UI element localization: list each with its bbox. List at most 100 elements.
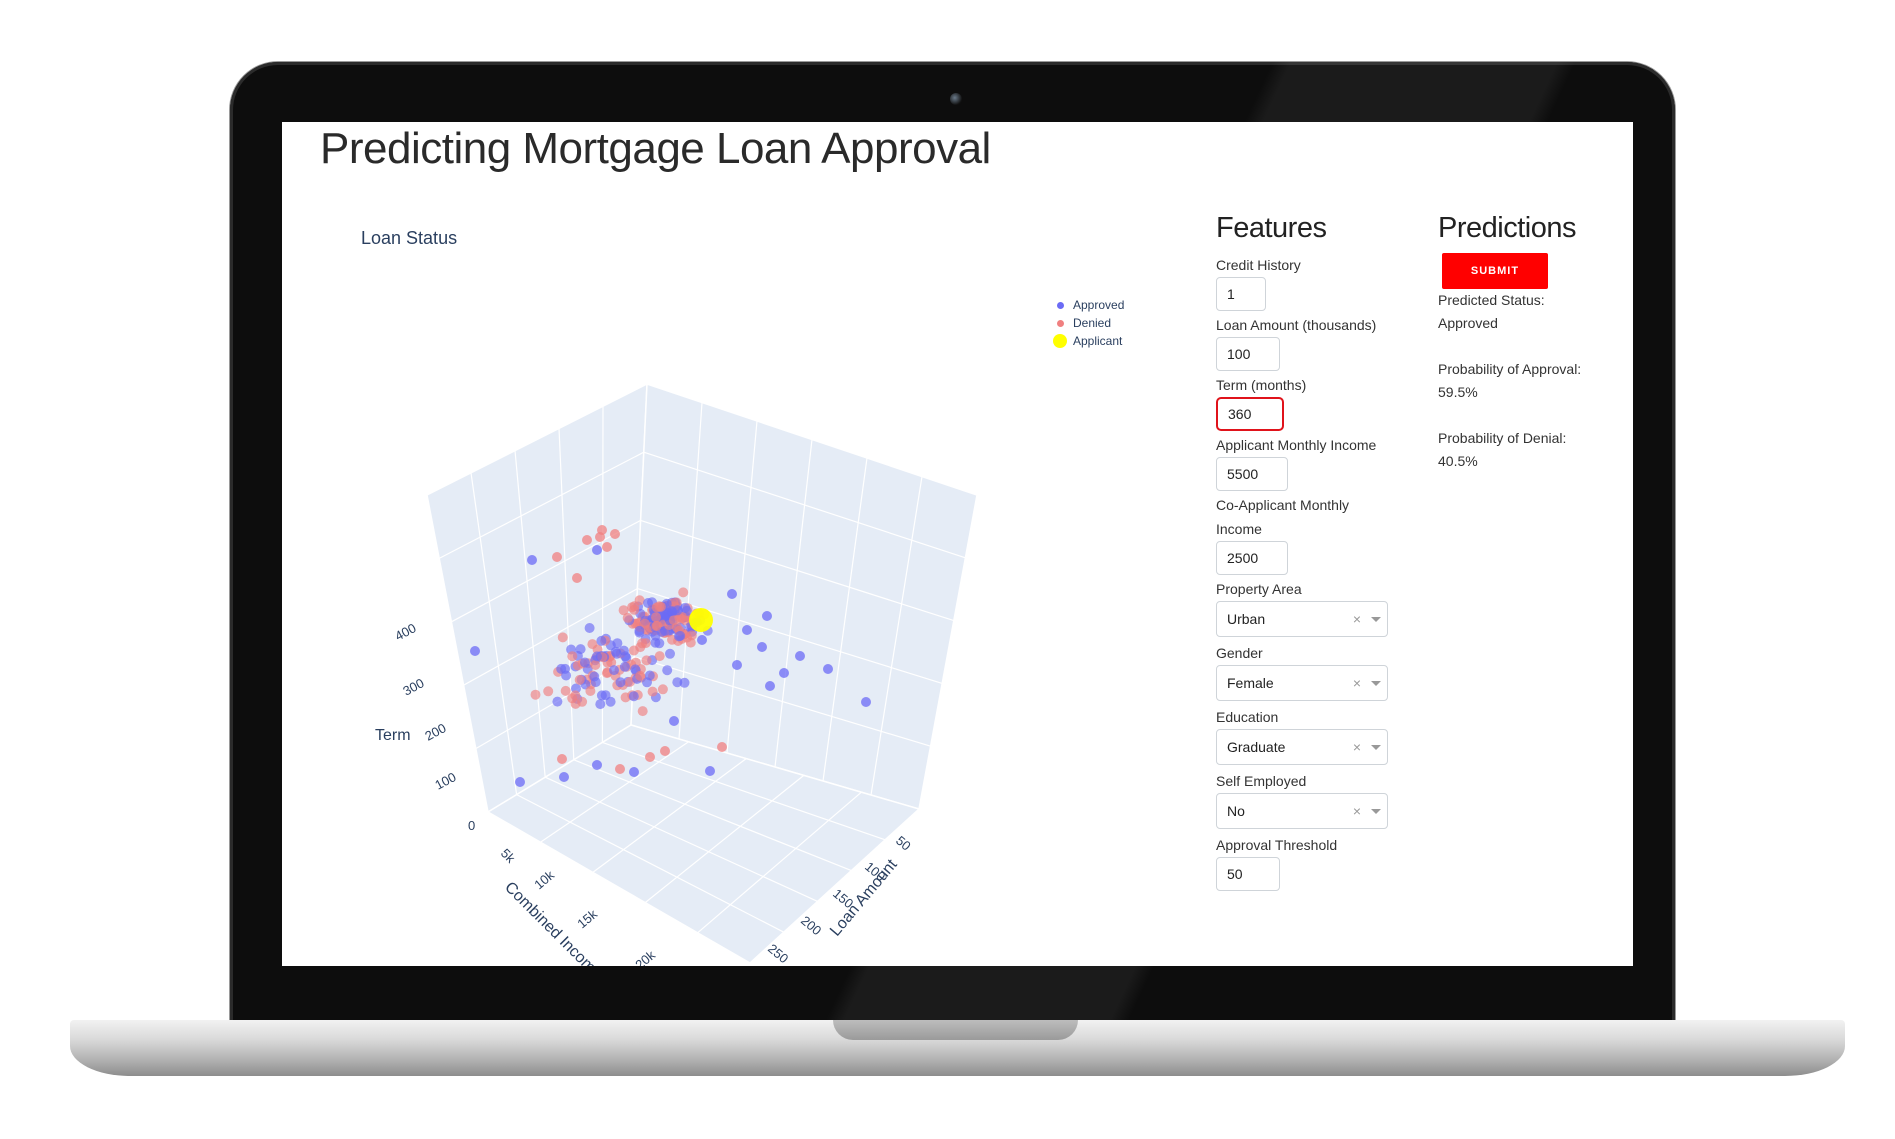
applicant-marker[interactable] [689, 608, 713, 632]
approved-point [662, 665, 673, 676]
submit-button[interactable]: SUBMIT [1442, 253, 1548, 289]
approved-point [650, 637, 661, 648]
approved-point [605, 696, 616, 707]
denied-point [654, 651, 665, 662]
denied-point [587, 639, 598, 650]
denied-point [597, 525, 607, 535]
chevron-down-icon[interactable] [1365, 680, 1387, 686]
self-employed-dropdown[interactable]: No × [1216, 793, 1388, 829]
denial-probability-value: 40.5% [1438, 453, 1478, 469]
gender-label: Gender [1216, 645, 1263, 661]
loan-amount-label: Loan Amount (thousands) [1216, 317, 1377, 333]
approved-point [628, 691, 639, 702]
approval-probability-value: 59.5% [1438, 384, 1478, 400]
app-screen: Predicting Mortgage Loan Approval 400 30… [282, 122, 1633, 966]
denied-point [567, 651, 578, 662]
approved-point [595, 699, 606, 710]
denied-point [641, 655, 652, 666]
denied-point [629, 604, 640, 615]
denied-point [655, 601, 666, 612]
approval-probability-label: Probability of Approval: [1438, 361, 1582, 377]
chevron-down-icon[interactable] [1365, 616, 1387, 622]
approved-point [697, 635, 707, 645]
legend-item-denied[interactable]: Denied [1047, 314, 1124, 332]
z-tick-label: 400 [392, 620, 418, 643]
property-area-label: Property Area [1216, 581, 1302, 597]
approved-point [742, 625, 752, 635]
dropdown-value: Female [1227, 675, 1274, 691]
clear-icon[interactable]: × [1349, 611, 1365, 627]
loan-amount-input[interactable] [1216, 337, 1280, 371]
chevron-down-icon[interactable] [1365, 744, 1387, 750]
denied-point [622, 612, 633, 623]
approved-point [470, 646, 480, 656]
clear-icon[interactable]: × [1349, 803, 1365, 819]
denied-point [552, 552, 562, 562]
approved-point [643, 598, 653, 608]
plot-legend[interactable]: Approved Denied Applicant [1047, 296, 1124, 350]
education-dropdown[interactable]: Graduate × [1216, 729, 1388, 765]
denied-point [572, 573, 582, 583]
approved-point [629, 767, 639, 777]
x-tick-label: 15k [574, 906, 600, 931]
denied-point [582, 535, 592, 545]
denied-point [717, 742, 727, 752]
features-panel: Features Credit History Loan Amount (tho… [1216, 212, 1406, 893]
denied-point [610, 529, 620, 539]
z-tick-label: 200 [422, 720, 448, 743]
denied-point [574, 674, 585, 685]
approved-point [779, 668, 789, 678]
denial-probability-label: Probability of Denial: [1438, 430, 1567, 446]
approved-point [592, 760, 602, 770]
approved-point [762, 611, 772, 621]
plot-title: Loan Status [361, 228, 458, 248]
approved-point [732, 660, 742, 670]
dropdown-value: No [1227, 803, 1245, 819]
applicant-income-input[interactable] [1216, 457, 1288, 491]
denied-point [651, 620, 662, 631]
property-area-dropdown[interactable]: Urban × [1216, 601, 1388, 637]
credit-history-input[interactable] [1216, 277, 1266, 311]
approved-point [579, 657, 590, 668]
predicted-status: Predicted Status: Approved [1438, 289, 1618, 335]
chevron-down-icon[interactable] [1365, 808, 1387, 814]
legend-item-applicant[interactable]: Applicant [1047, 332, 1124, 350]
credit-history-label: Credit History [1216, 257, 1301, 273]
denied-point [637, 706, 648, 717]
approval-threshold-input[interactable] [1216, 857, 1280, 891]
gender-dropdown[interactable]: Female × [1216, 665, 1388, 701]
approved-point [609, 665, 619, 676]
x-tick-label: 5k [498, 846, 519, 867]
approved-point [757, 642, 767, 652]
denied-point [570, 690, 581, 701]
approved-point [527, 555, 537, 565]
z-tick-label: 100 [432, 769, 458, 792]
approved-point [592, 651, 602, 662]
approved-point [665, 648, 675, 659]
denied-point [557, 632, 568, 643]
approved-point [672, 677, 683, 688]
approved-point [669, 716, 679, 726]
approved-point [515, 777, 525, 787]
legend-marker [1047, 319, 1073, 327]
laptop-notch [833, 1020, 1078, 1040]
predicted-status-value: Approved [1438, 315, 1498, 331]
coapplicant-income-label-line1: Co-Applicant Monthly [1216, 497, 1350, 513]
self-employed-label: Self Employed [1216, 773, 1307, 789]
approved-point [615, 677, 626, 688]
denied-point [660, 746, 670, 756]
legend-label: Denied [1073, 316, 1112, 330]
legend-item-approved[interactable]: Approved [1047, 296, 1124, 314]
coapplicant-income-input[interactable] [1216, 541, 1288, 575]
approved-point [823, 664, 833, 674]
denied-point [590, 660, 601, 670]
approved-point [765, 681, 775, 691]
clear-icon[interactable]: × [1349, 739, 1365, 755]
approved-point [596, 635, 607, 646]
term-input[interactable] [1216, 397, 1284, 431]
coapplicant-income-label-line2: Income [1216, 521, 1262, 537]
clear-icon[interactable]: × [1349, 675, 1365, 691]
approved-point [675, 630, 686, 641]
coapplicant-income-label: Co-Applicant Monthly Income [1216, 493, 1406, 541]
legend-label: Approved [1073, 298, 1125, 312]
